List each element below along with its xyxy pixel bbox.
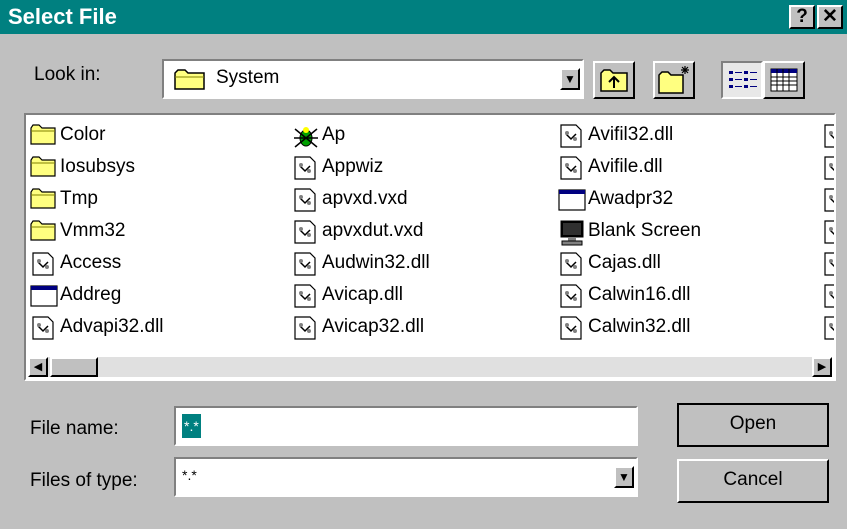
file-name-label: File name: — [30, 418, 119, 439]
files-of-type-label: Files of type: — [30, 470, 138, 491]
file-name: Avifil32.dll — [588, 124, 674, 145]
look-in-label: Look in: — [34, 64, 101, 85]
file-icon — [822, 252, 834, 276]
list-view-icon — [729, 71, 757, 88]
file-name: Avicap32.dll — [322, 316, 425, 337]
file-icon — [822, 124, 834, 148]
file-name: Calwin32.dll — [588, 316, 691, 337]
file-name: Blank Screen — [588, 220, 702, 241]
bug-icon — [292, 124, 318, 148]
look-in-value: System — [216, 67, 280, 88]
cancel-button-label: Cancel — [723, 469, 783, 490]
file-name: Addreg — [60, 284, 122, 305]
file-name: apvxd.vxd — [322, 188, 408, 209]
file-icon — [558, 284, 584, 308]
up-one-level-button[interactable] — [593, 61, 635, 99]
look-in-dropdown[interactable]: System ▼ — [162, 59, 584, 99]
file-icon — [558, 252, 584, 276]
close-button[interactable]: ✕ — [817, 5, 843, 29]
file-icon — [292, 316, 318, 340]
file-icon — [822, 284, 834, 308]
new-folder-icon — [658, 66, 689, 94]
file-name: Iosubsys — [60, 156, 135, 177]
file-name: Access — [60, 252, 122, 273]
file-icon — [558, 316, 584, 340]
file-icon — [292, 284, 318, 308]
app-icon — [30, 284, 58, 308]
file-name: Vmm32 — [60, 220, 126, 241]
scroll-thumb[interactable] — [50, 357, 98, 377]
up-folder-icon — [600, 69, 628, 92]
file-name: Avifile.dll — [588, 156, 663, 177]
file-name: Cajas.dll — [588, 252, 661, 273]
files-of-type-value: *.* — [182, 467, 197, 483]
dropdown-arrow-icon[interactable]: ▼ — [560, 68, 580, 90]
file-icon — [558, 124, 584, 148]
file-name: Awadpr32 — [588, 188, 674, 209]
file-icon — [292, 220, 318, 244]
file-name: Appwiz — [322, 156, 384, 177]
dialog-title: Select File — [8, 4, 117, 29]
file-icon — [558, 156, 584, 180]
file-name: apvxdut.vxd — [322, 220, 424, 241]
scroll-left-icon[interactable]: ◀ — [28, 357, 48, 377]
scroll-right-icon[interactable]: ▶ — [812, 357, 832, 377]
folder-icon — [30, 156, 56, 180]
file-icon — [822, 316, 834, 340]
folder-icon — [30, 124, 56, 148]
details-view-icon — [770, 68, 798, 92]
file-name: Avicap.dll — [322, 284, 403, 305]
file-icon — [822, 156, 834, 180]
file-name: Audwin32.dll — [322, 252, 430, 273]
file-name: Tmp — [60, 188, 98, 209]
file-icon — [292, 188, 318, 212]
file-name: Advapi32.dll — [60, 316, 164, 337]
dropdown-arrow-icon[interactable]: ▼ — [614, 466, 634, 488]
file-icon — [30, 252, 56, 276]
file-icon — [292, 156, 318, 180]
file-name: Calwin16.dll — [588, 284, 691, 305]
open-button-label: Open — [729, 413, 777, 434]
file-icon — [822, 220, 834, 244]
file-name: Color — [60, 124, 106, 145]
cancel-button[interactable]: Cancel — [677, 459, 829, 503]
file-icon — [292, 252, 318, 276]
create-new-folder-button[interactable] — [653, 61, 695, 99]
folder-icon — [30, 220, 56, 244]
files-of-type-dropdown[interactable]: *.* ▼ — [174, 457, 638, 497]
details-view-button[interactable] — [763, 61, 805, 99]
title-bar[interactable]: Select File ? ✕ — [0, 0, 847, 34]
open-button[interactable]: Open — [677, 403, 829, 447]
list-view-button[interactable] — [721, 61, 763, 99]
folder-icon — [30, 188, 56, 212]
app-icon — [558, 188, 586, 212]
file-icon — [30, 316, 56, 340]
horizontal-scrollbar[interactable]: ◀ ▶ — [28, 357, 832, 377]
file-name-input[interactable]: *.* — [174, 406, 638, 446]
file-list[interactable]: Color Iosubsys Tmp Vmm32 Access Addreg Advapi3… — [24, 113, 836, 381]
file-name: Ap — [322, 124, 346, 145]
select-file-dialog: Select File ? ✕ Look in: System ▼ Color … — [0, 0, 847, 529]
folder-icon — [174, 69, 205, 90]
monitor-icon — [558, 220, 584, 246]
file-icon — [822, 188, 834, 212]
help-button[interactable]: ? — [789, 5, 815, 29]
file-name-value: *.* — [182, 414, 201, 438]
